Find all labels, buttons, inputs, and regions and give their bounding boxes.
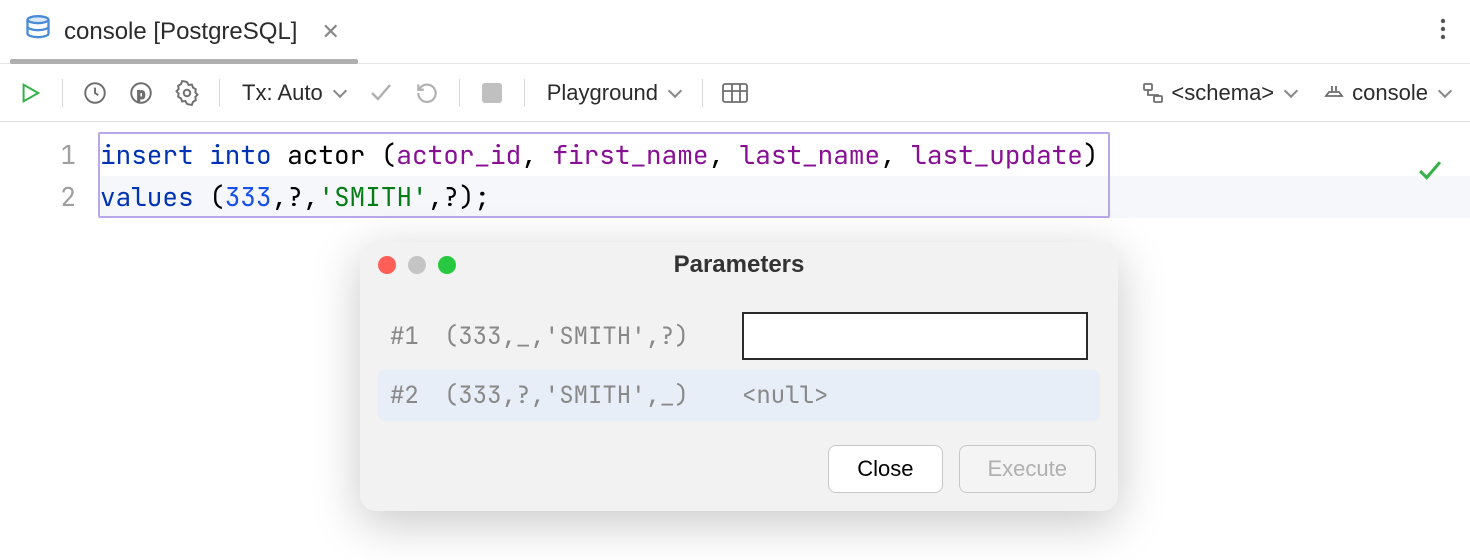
stop-button[interactable]	[472, 73, 512, 113]
window-minimize-icon	[408, 256, 426, 274]
param-value-input[interactable]	[742, 312, 1088, 360]
rollback-icon[interactable]	[407, 73, 447, 113]
stop-icon	[482, 83, 502, 103]
tx-mode-dropdown[interactable]: Tx: Auto	[232, 74, 355, 112]
console-session-dropdown[interactable]: console	[1312, 74, 1460, 112]
table-view-icon[interactable]	[715, 73, 755, 113]
dialog-titlebar[interactable]: Parameters	[360, 242, 1118, 284]
tab-label: console [PostgreSQL]	[64, 18, 297, 46]
chevron-down-icon	[668, 84, 682, 98]
more-icon[interactable]	[1440, 17, 1446, 46]
parameter-row[interactable]: #1 (333,_,'SMITH',?)	[378, 302, 1100, 370]
playground-label: Playground	[547, 80, 658, 106]
explain-plan-icon[interactable]: p	[121, 73, 161, 113]
svg-text:p: p	[137, 85, 145, 101]
gutter: 12	[0, 122, 100, 218]
code-area[interactable]: insert into actor (actor_id, first_name,…	[100, 122, 1470, 218]
tx-label: Tx: Auto	[242, 80, 323, 106]
settings-icon[interactable]	[167, 73, 207, 113]
database-icon	[24, 15, 52, 48]
schema-icon	[1141, 82, 1165, 104]
parameter-row[interactable]: #2 (333,?,'SMITH',_) <null>	[378, 370, 1100, 421]
chevron-down-icon	[1438, 84, 1452, 98]
param-context: (333,_,'SMITH',?)	[444, 321, 724, 352]
history-icon[interactable]	[75, 73, 115, 113]
param-context: (333,?,'SMITH',_)	[444, 380, 724, 411]
execute-button[interactable]: Execute	[959, 445, 1097, 493]
divider	[459, 79, 460, 107]
chevron-down-icon	[333, 84, 347, 98]
param-index: #1	[390, 321, 426, 352]
playground-dropdown[interactable]: Playground	[537, 74, 690, 112]
param-index: #2	[390, 380, 426, 411]
commit-icon[interactable]	[361, 73, 401, 113]
window-close-icon[interactable]	[378, 256, 396, 274]
status-ok-icon	[1416, 160, 1444, 187]
console-label: console	[1352, 80, 1428, 106]
code-line[interactable]: insert into actor (actor_id, first_name,…	[100, 134, 1470, 176]
chevron-down-icon	[1284, 84, 1298, 98]
run-button[interactable]	[10, 73, 50, 113]
line-number: 2	[0, 176, 76, 218]
schema-dropdown[interactable]: <schema>	[1131, 74, 1306, 112]
close-button[interactable]: Close	[828, 445, 942, 493]
divider	[702, 79, 703, 107]
sql-editor[interactable]: 12 insert into actor (actor_id, first_na…	[0, 122, 1470, 218]
divider	[524, 79, 525, 107]
schema-label: <schema>	[1171, 80, 1274, 106]
line-number: 1	[0, 134, 76, 176]
tab-bar: console [PostgreSQL] ✕	[0, 0, 1470, 64]
window-zoom-icon[interactable]	[438, 256, 456, 274]
traffic-lights	[378, 256, 456, 274]
close-icon[interactable]: ✕	[317, 15, 343, 49]
dialog-title: Parameters	[360, 251, 1118, 279]
toolbar: p Tx: Auto Playground	[0, 64, 1470, 122]
divider	[62, 79, 63, 107]
param-value: <null>	[742, 380, 1088, 411]
parameters-dialog: Parameters #1 (333,_,'SMITH',?) #2 (333,?,'…	[360, 242, 1118, 511]
parameter-list: #1 (333,_,'SMITH',?) #2 (333,?,'SMITH',_) <n…	[378, 302, 1100, 421]
tab-console[interactable]: console [PostgreSQL] ✕	[10, 0, 358, 63]
divider	[219, 79, 220, 107]
code-line[interactable]: values (333,?,'SMITH',?);	[100, 176, 1470, 218]
dialog-buttons: Close Execute	[382, 445, 1096, 493]
plug-icon	[1322, 82, 1346, 104]
